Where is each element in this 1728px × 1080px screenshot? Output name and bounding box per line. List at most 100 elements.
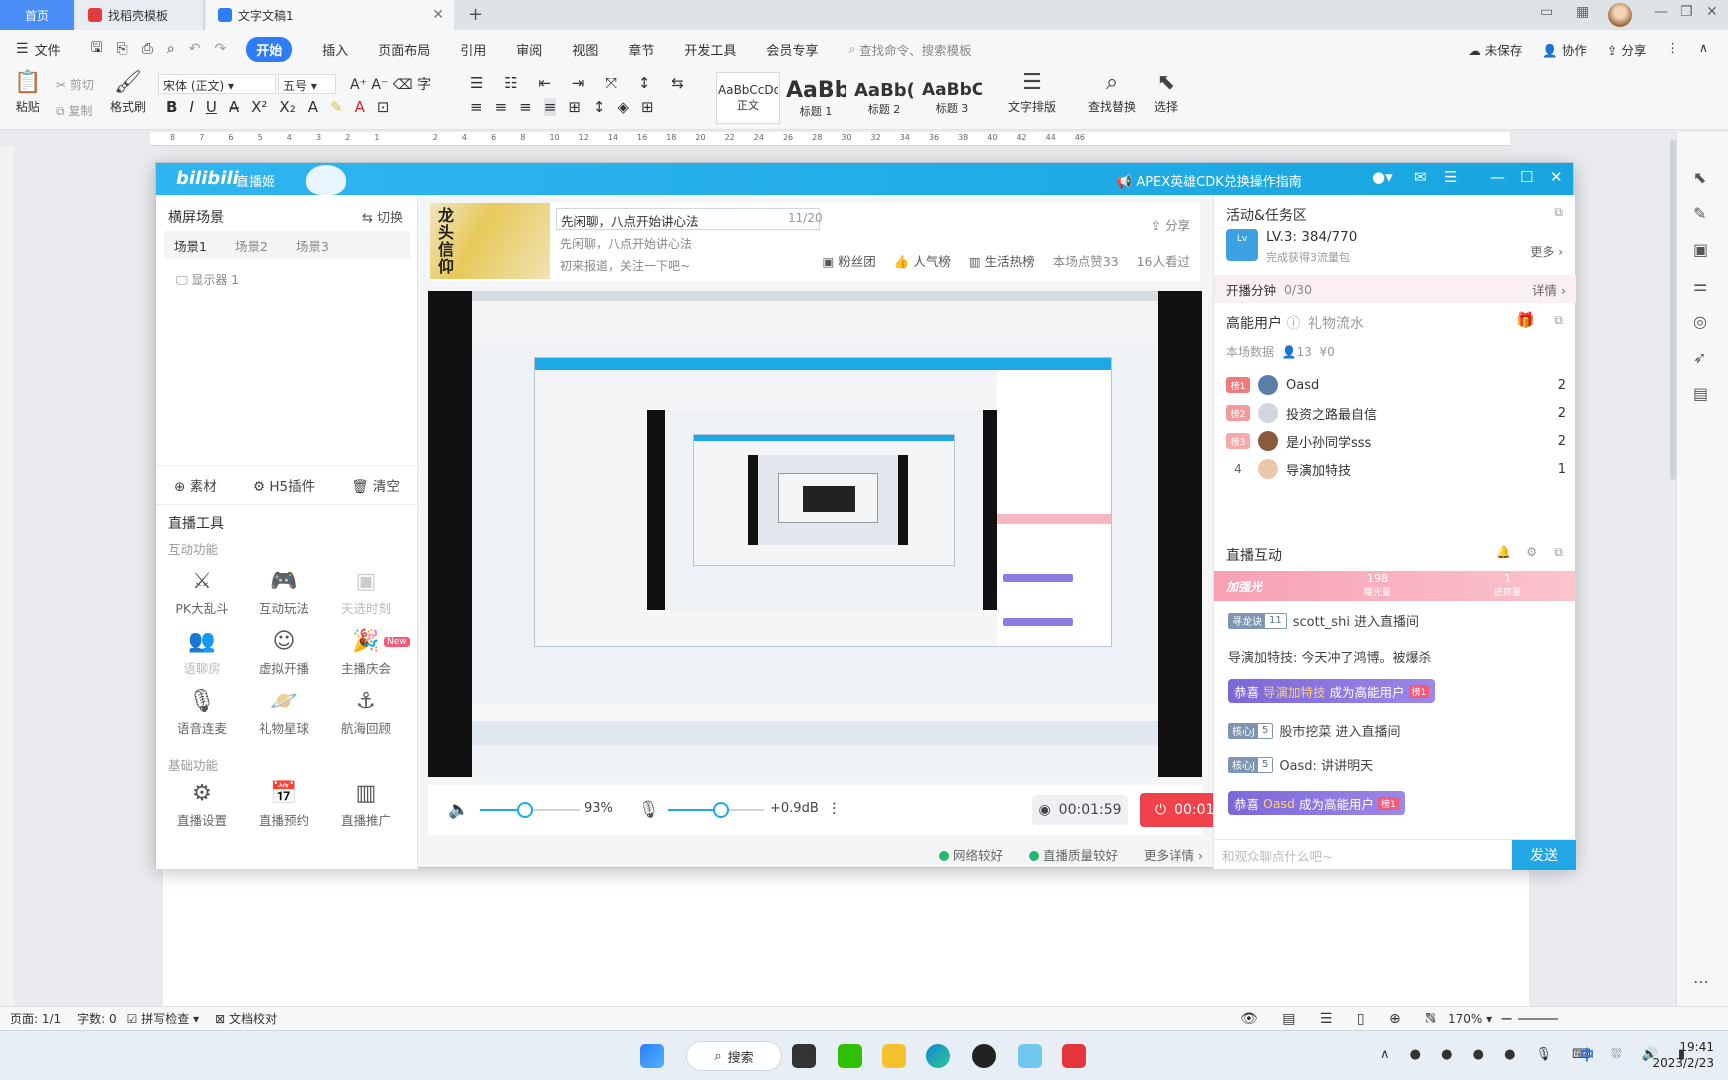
page-indicator[interactable]: 页面: 1/1 <box>10 1010 61 1027</box>
subscript-icon[interactable]: X₂ <box>279 98 295 116</box>
edge-icon[interactable] <box>926 1044 950 1068</box>
italic-icon[interactable]: I <box>189 98 193 116</box>
tab-template[interactable]: 找稻壳模板 <box>76 0 204 30</box>
tool-lucky-draw[interactable]: ▣ 天选时刻 <box>326 569 406 617</box>
grow-font-icon[interactable]: A⁺ A⁻ ⌫ 字 <box>350 74 431 94</box>
room-title-input[interactable]: 先闲聊，八点开始讲心法 <box>556 208 820 230</box>
live-avatar-icon[interactable]: ●▾ <box>1372 168 1393 186</box>
text-layout-button[interactable]: ☰ 文字排版 <box>1008 72 1056 115</box>
align-left-icon[interactable]: ≡ <box>470 98 483 116</box>
system-tray-icons[interactable]: ∧ ● ● ● ● 🎙 ⌨ ⛆ 🔊 ▮ <box>1380 1047 1693 1062</box>
unsaved-button[interactable]: ☁ 未保存 <box>1468 40 1522 59</box>
collab-button[interactable]: 👤 协作 <box>1542 40 1587 59</box>
text-effect-icon[interactable]: A <box>308 98 318 116</box>
tool-live-settings[interactable]: ⚙ 直播设置 <box>162 781 242 829</box>
settings-sliders-icon[interactable]: ⚌ <box>1693 276 1707 295</box>
preview-icon[interactable]: ⌕ <box>167 41 175 57</box>
find-replace-button[interactable]: ⌕ 查找替换 <box>1088 72 1136 115</box>
taskbar-clock[interactable]: 19:41 2023/2/23 <box>1652 1039 1714 1071</box>
send-button[interactable]: 发送 <box>1512 840 1576 870</box>
minimize-icon[interactable]: — <box>1654 4 1668 20</box>
font-family-select[interactable]: 宋体 (正文) ▾ <box>158 74 276 94</box>
save-icon[interactable]: 🖫 <box>91 37 103 61</box>
tab-home[interactable]: 首页 <box>0 0 74 30</box>
hamburger-icon[interactable]: ☰ <box>16 41 29 57</box>
zoom-select[interactable]: 170% ▾ <box>1448 1012 1492 1026</box>
paste-button[interactable]: 📋 粘贴 <box>14 72 41 115</box>
mic-gain-knob[interactable] <box>712 802 729 818</box>
char-border-icon[interactable]: ⊡ <box>377 98 390 116</box>
close-tab-icon[interactable]: ✕ <box>432 7 444 23</box>
clear-button[interactable]: 🗑 清空 <box>351 475 399 495</box>
scene-tab-2[interactable]: 场景2 <box>235 236 268 255</box>
menu-developer[interactable]: 开发工具 <box>684 40 736 59</box>
high-users-tab[interactable]: 高能用户 ⓘ <box>1226 313 1300 333</box>
popularity-button[interactable]: 👍 人气榜 <box>894 251 951 270</box>
speaker-volume-knob[interactable] <box>517 802 533 818</box>
mail-icon[interactable]: ✉ <box>1414 168 1427 186</box>
task-detail-button[interactable]: 详情 › <box>1532 280 1566 299</box>
zoom-slider[interactable] <box>1518 1018 1558 1020</box>
redo-icon[interactable]: ↷ <box>215 41 227 57</box>
speaker-volume-slider[interactable] <box>480 802 580 818</box>
format-painter-button[interactable]: 🖌 格式刷 <box>110 72 146 115</box>
user-avatar[interactable] <box>1608 3 1632 27</box>
copy-button[interactable]: ⧉ 复制 <box>56 102 92 119</box>
underline-icon[interactable]: U <box>206 98 217 116</box>
live-close-icon[interactable]: ✕ <box>1550 168 1563 186</box>
style-h3[interactable]: AaBbC 标题 3 <box>920 72 984 124</box>
style-normal[interactable]: AaBbCcDd 正文 <box>716 72 780 124</box>
close-window-icon[interactable]: ✕ <box>1706 4 1718 20</box>
popout-icon[interactable]: ⧉ <box>1554 313 1563 328</box>
h5-plugin-button[interactable]: ⚙ H5插件 <box>253 475 315 495</box>
tool-live-promote[interactable]: ▥ 直播推广 <box>326 781 406 829</box>
more-details-link[interactable]: 更多详情 › <box>1144 845 1203 864</box>
tool-voice-room[interactable]: 👥 语聊房 <box>162 629 242 677</box>
live-minimize-icon[interactable]: — <box>1490 168 1505 186</box>
style-h1[interactable]: AaBb 标题 1 <box>784 72 848 124</box>
command-search-input[interactable]: 查找命令、搜索模板 <box>859 40 972 59</box>
activity-more-button[interactable]: 更多 › <box>1530 243 1563 260</box>
source-display[interactable]: 🖵 显示器 1 <box>176 271 239 288</box>
justify-icon[interactable]: ≡ <box>543 98 557 116</box>
compass-icon[interactable]: ◎ <box>1693 312 1707 331</box>
life-rank-button[interactable]: ▥ 生活热榜 <box>969 251 1035 270</box>
chat-input[interactable]: 和观众聊点什么吧~ <box>1222 846 1472 865</box>
mic-gain-slider[interactable] <box>668 802 764 818</box>
room-cover[interactable]: 龙头信仰 <box>430 203 550 279</box>
view-mode-icons[interactable]: 👁 ▤ ☰ ▯ ⊕ ✎ <box>1240 1011 1447 1027</box>
record-button[interactable]: ◉ 00:01:59 <box>1032 795 1128 825</box>
distribute-icon[interactable]: ⊞ <box>568 98 581 116</box>
word-count[interactable]: 字数: 0 <box>77 1010 117 1027</box>
layout-icon[interactable]: ▭ <box>1540 4 1553 20</box>
more-dots-icon[interactable]: ⋯ <box>1693 972 1709 991</box>
rank-row[interactable]: 榜1 Oasd 2 <box>1226 373 1566 397</box>
superscript-icon[interactable]: X² <box>251 98 267 116</box>
taskbar-search[interactable]: ⌕ 搜索 <box>686 1041 782 1071</box>
popout-icon[interactable]: ⧉ <box>1554 545 1563 560</box>
microphone-icon[interactable]: 🎙 <box>638 800 660 820</box>
proofread-button[interactable]: ⊠ 文档校对 <box>215 1010 277 1027</box>
live-preview[interactable] <box>428 291 1202 777</box>
bilibili-live-icon[interactable] <box>1018 1044 1042 1068</box>
select-button[interactable]: ⬉ 选择 <box>1154 72 1178 115</box>
tool-live-schedule[interactable]: 📅 直播预约 <box>244 781 324 829</box>
restore-icon[interactable]: ❐ <box>1680 4 1693 20</box>
menu-start[interactable]: 开始 <box>246 36 293 62</box>
scene-tab-1[interactable]: 场景1 <box>174 236 207 255</box>
pen-icon[interactable]: ✎ <box>1693 204 1706 223</box>
qq-icon[interactable] <box>972 1044 996 1068</box>
start-icon[interactable] <box>640 1044 664 1068</box>
print-icon[interactable]: ⎙ <box>142 41 153 57</box>
menu-insert[interactable]: 插入 <box>322 40 348 59</box>
share-button[interactable]: ⇪ 分享 <box>1607 40 1646 59</box>
gift-flow-tab[interactable]: 礼物流水 <box>1308 313 1364 333</box>
tool-voyage[interactable]: ⚓ 航海回顾 <box>326 689 406 737</box>
bell-icon[interactable]: 🔔 <box>1496 545 1511 559</box>
room-share-button[interactable]: ⇪ 分享 <box>1151 215 1190 234</box>
zoom-out-icon[interactable]: − <box>1500 1009 1513 1028</box>
font-color-icon[interactable]: A <box>355 98 365 116</box>
fan-club-button[interactable]: ▣ 粉丝团 <box>823 251 876 270</box>
apps-grid-icon[interactable]: ▦ <box>1576 4 1589 20</box>
tool-virtual[interactable]: ☺ 虚拟开播 <box>244 629 324 677</box>
